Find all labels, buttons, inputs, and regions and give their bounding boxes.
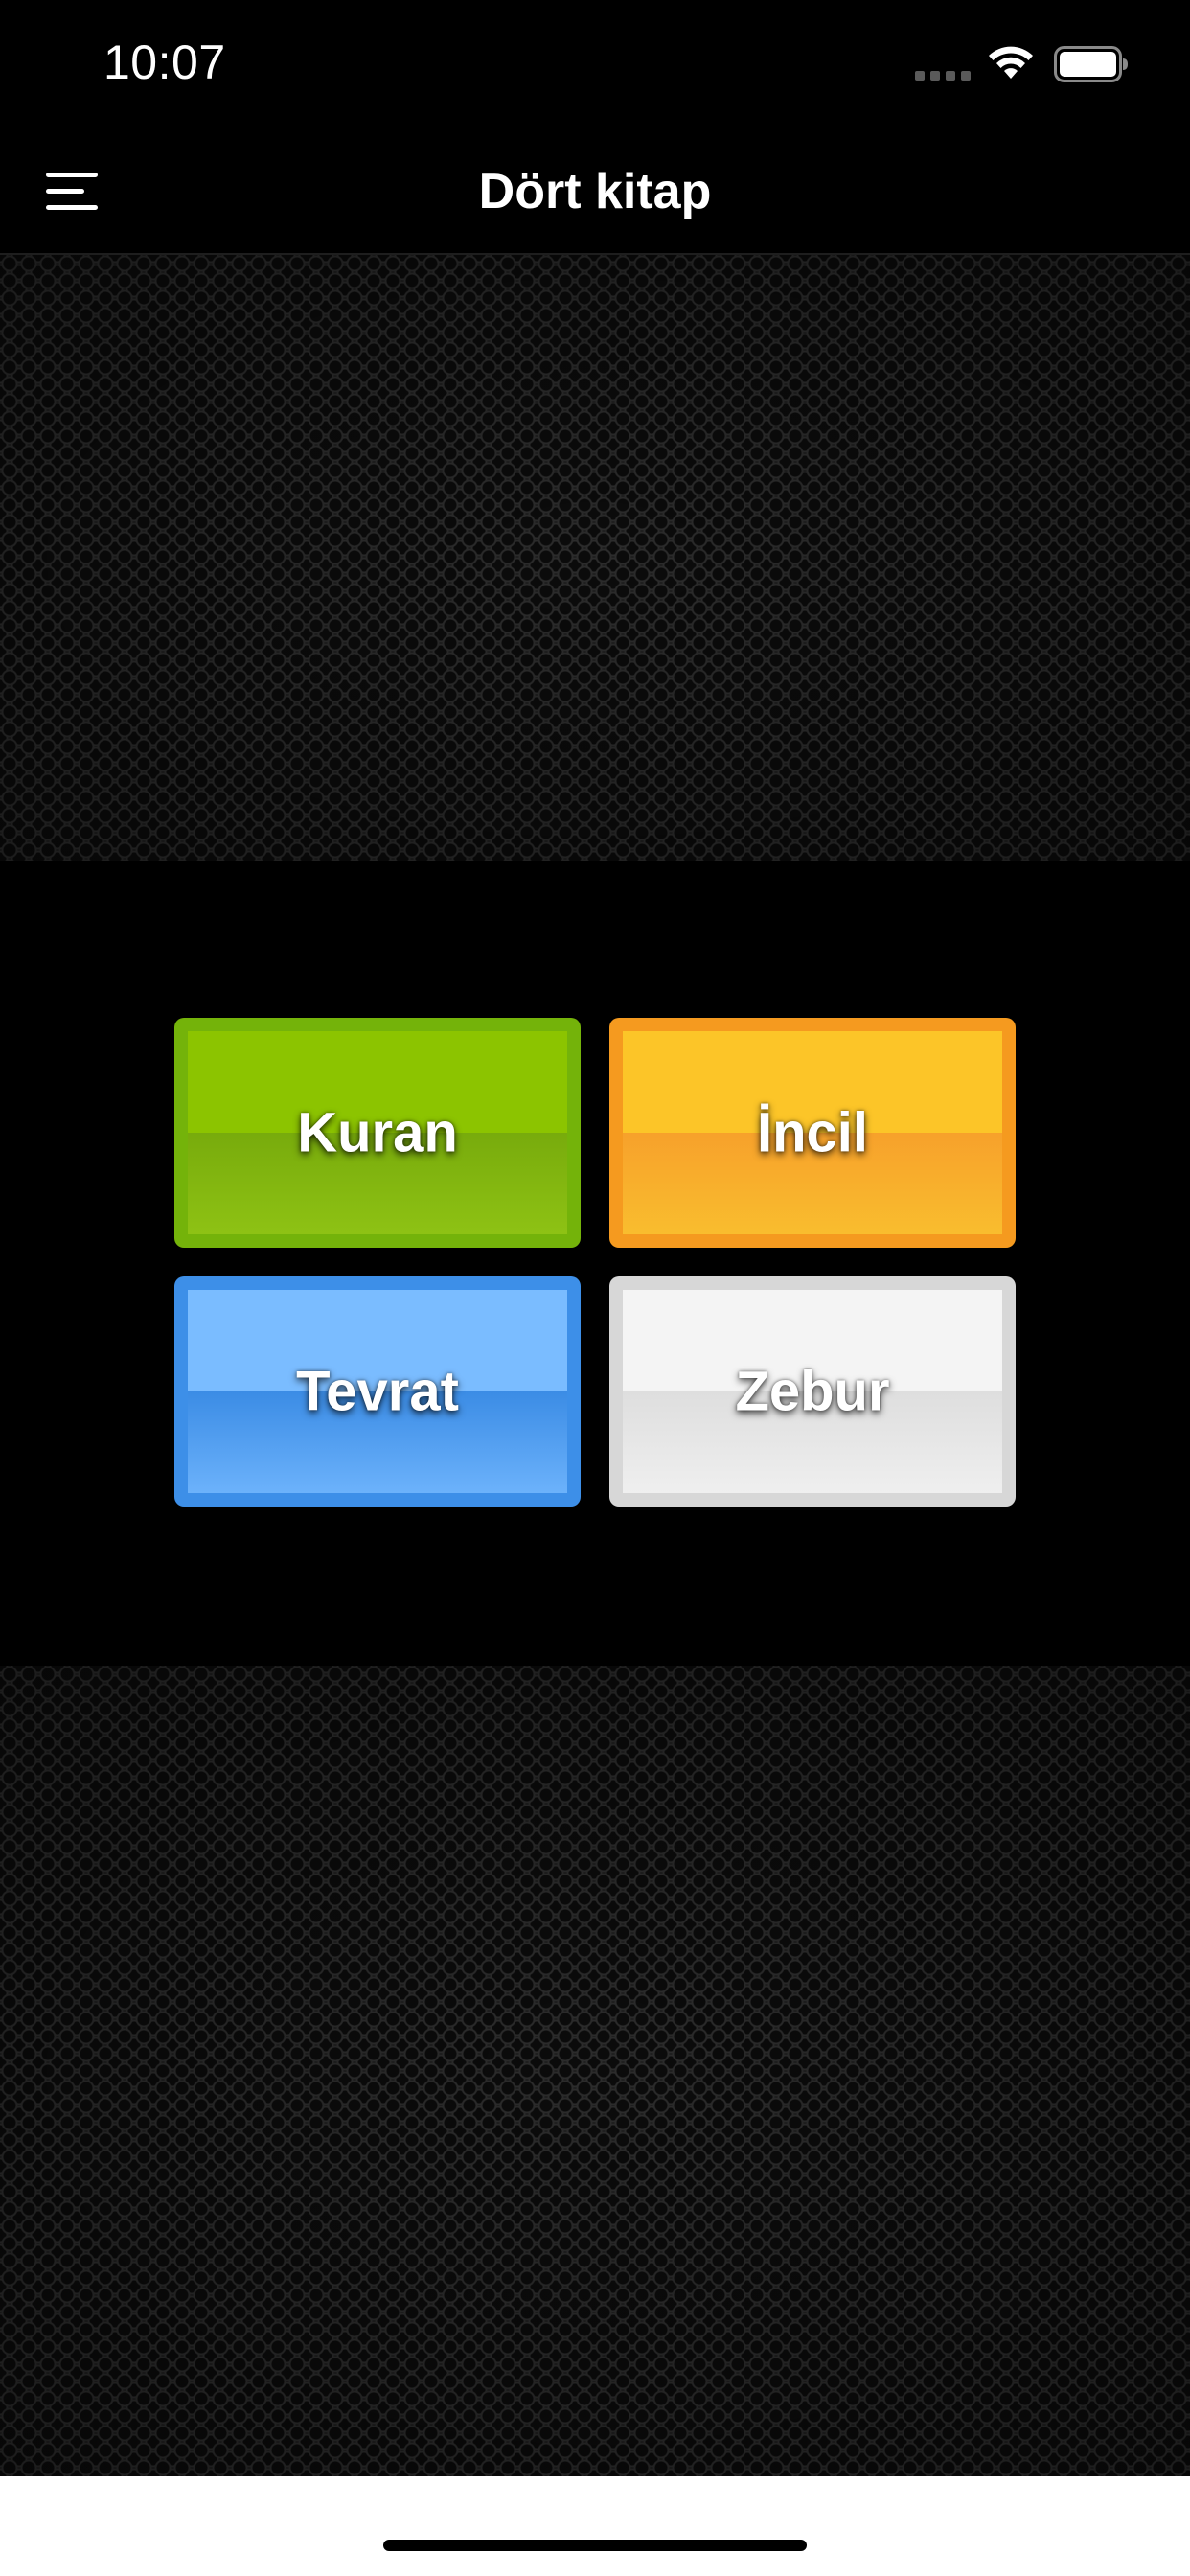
bottom-texture-background <box>0 1666 1190 2476</box>
signal-icon <box>915 71 971 80</box>
app-screen: 10:07 Dört kitap Kuran İncil Tevrat Zebu… <box>0 0 1190 2576</box>
incil-button-label: İncil <box>756 1101 869 1164</box>
tevrat-button-label: Tevrat <box>296 1360 459 1423</box>
navigation-bar: Dört kitap <box>0 126 1190 255</box>
tevrat-button[interactable]: Tevrat <box>174 1276 581 1506</box>
page-title: Dört kitap <box>478 164 712 219</box>
wifi-icon <box>989 46 1033 79</box>
home-indicator[interactable] <box>383 2540 807 2551</box>
kuran-button-label: Kuran <box>297 1101 458 1164</box>
battery-icon <box>1054 46 1128 82</box>
incil-button[interactable]: İncil <box>609 1018 1016 1248</box>
kuran-button[interactable]: Kuran <box>174 1018 581 1248</box>
home-indicator-area <box>0 2476 1190 2576</box>
status-time: 10:07 <box>103 35 226 89</box>
top-texture-background <box>0 255 1190 861</box>
status-bar: 10:07 <box>0 0 1190 126</box>
book-button-panel: Kuran İncil Tevrat Zebur <box>0 861 1190 1666</box>
zebur-button-label: Zebur <box>735 1360 890 1423</box>
zebur-button[interactable]: Zebur <box>609 1276 1016 1506</box>
